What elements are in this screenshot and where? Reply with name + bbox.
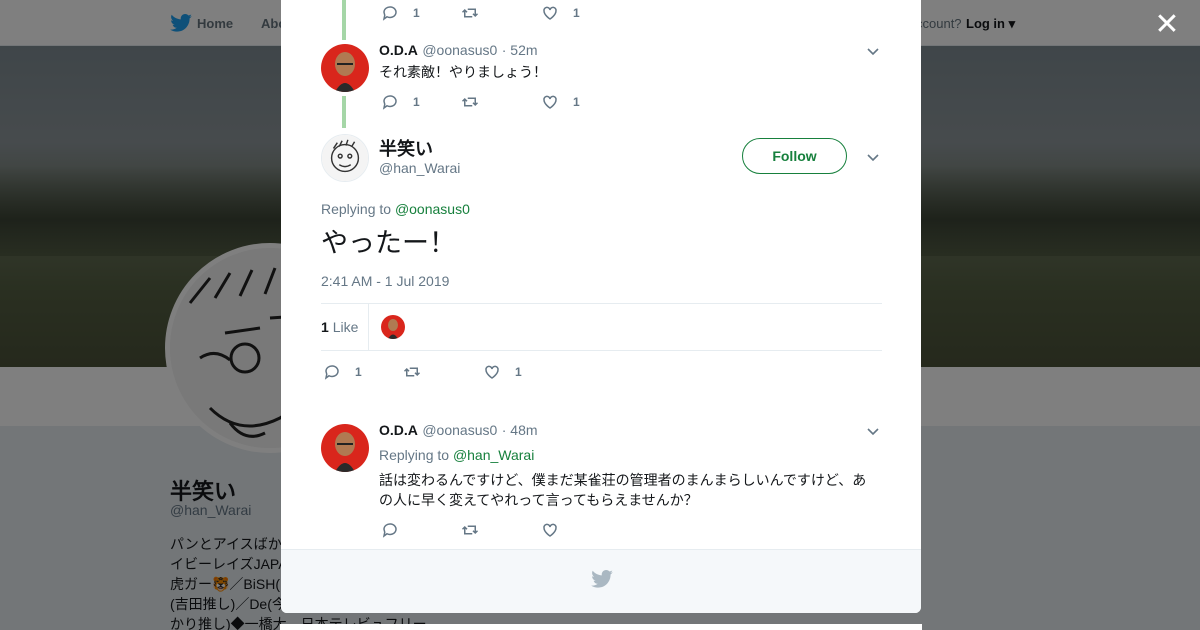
like-button[interactable]: 1 (541, 4, 580, 22)
avatar[interactable] (321, 44, 369, 92)
tweet-author-name[interactable]: O.D.A (379, 42, 418, 58)
twitter-bird-icon (591, 570, 613, 588)
reply-button[interactable]: 1 (323, 363, 362, 381)
reply-button[interactable] (381, 521, 399, 539)
replying-to: Replying to @oonasus0 (321, 201, 470, 217)
reply-icon (324, 365, 339, 380)
retweet-icon (461, 97, 479, 107)
chevron-down-icon[interactable] (866, 150, 880, 164)
modal-footer (281, 549, 921, 613)
oda-avatar-image (321, 44, 369, 92)
tweet-time[interactable]: · 48m (502, 422, 538, 438)
tweet-author-handle[interactable]: @oonasus0 (422, 42, 497, 58)
chevron-down-icon[interactable] (866, 44, 880, 58)
next-modal-edge (280, 624, 922, 630)
tweet-actions (381, 520, 641, 540)
avatar[interactable] (321, 424, 369, 472)
reply-icon (382, 6, 397, 21)
oda-avatar-image (381, 315, 405, 339)
tweet-text: 話は変わるんですけど、僕まだ某雀荘の管理者のまんまらしいんですけど、あの人に早く… (379, 472, 867, 508)
retweet-icon (461, 525, 479, 535)
reply-icon (382, 523, 397, 538)
heart-icon (543, 95, 557, 109)
follow-button[interactable]: Follow (742, 138, 847, 174)
retweet-icon (461, 8, 479, 18)
reply-icon (382, 95, 397, 110)
reply-count: 1 (355, 365, 362, 379)
heart-icon (543, 523, 557, 537)
tweet-author-name[interactable]: O.D.A (379, 422, 418, 438)
retweet-button[interactable] (403, 363, 421, 381)
tweet-actions: 1 1 (381, 3, 641, 23)
liker-avatar[interactable] (381, 315, 405, 339)
like-stat-count: 1 (321, 319, 329, 335)
tweet-permalink-modal: 1 1 O.D.A @oonasus0 · 52m それ素敵！やりましょう！ 1 (281, 0, 921, 613)
stat-divider (368, 304, 369, 350)
tweet-header: O.D.A @oonasus0 · 48m (379, 422, 538, 440)
tweet-actions: 1 1 (381, 92, 641, 112)
tweet-author-handle[interactable]: @oonasus0 (422, 422, 497, 438)
replying-to-link[interactable]: @han_Warai (453, 447, 534, 463)
like-stat[interactable]: 1 Like (321, 319, 358, 335)
replying-to-link[interactable]: @oonasus0 (395, 201, 470, 217)
replying-to-label: Replying to (321, 201, 392, 217)
reply-button[interactable]: 1 (381, 4, 420, 22)
like-button[interactable]: 1 (483, 363, 522, 381)
heart-icon (485, 365, 499, 379)
han-warai-avatar-image (322, 135, 368, 181)
main-tweet-author-handle[interactable]: @han_Warai (379, 160, 460, 176)
like-count: 1 (573, 6, 580, 20)
tweet-timestamp[interactable]: 2:41 AM - 1 Jul 2019 (321, 273, 449, 289)
oda-avatar-image (321, 424, 369, 472)
avatar[interactable] (321, 134, 369, 182)
like-button[interactable] (541, 521, 559, 539)
reply-count: 1 (413, 6, 420, 20)
tweet-header: O.D.A @oonasus0 · 52m (379, 42, 538, 60)
replying-to: Replying to @han_Warai (379, 447, 534, 463)
like-count: 1 (573, 95, 580, 109)
main-tweet-text: やったー！ (321, 228, 456, 258)
main-tweet-author-name[interactable]: 半笑い (379, 135, 433, 161)
tweet-time[interactable]: · 52m (502, 42, 538, 58)
heart-icon (543, 6, 557, 20)
retweet-icon (403, 367, 421, 377)
thread-connector (342, 0, 346, 40)
close-icon[interactable]: ✕ (1152, 10, 1182, 40)
retweet-button[interactable] (461, 93, 479, 111)
chevron-down-icon[interactable] (866, 424, 880, 438)
like-stat-label: Like (332, 319, 359, 335)
retweet-button[interactable] (461, 4, 479, 22)
replying-to-label: Replying to (379, 447, 450, 463)
tweet-text: それ素敵！やりましょう！ (379, 64, 547, 80)
reply-button[interactable]: 1 (381, 93, 420, 111)
tweet-stats: 1 Like (321, 303, 882, 351)
like-button[interactable]: 1 (541, 93, 580, 111)
thread-connector (342, 96, 346, 128)
retweet-button[interactable] (461, 521, 479, 539)
reply-count: 1 (413, 95, 420, 109)
like-count: 1 (515, 365, 522, 379)
main-tweet-actions: 1 1 (323, 362, 583, 382)
